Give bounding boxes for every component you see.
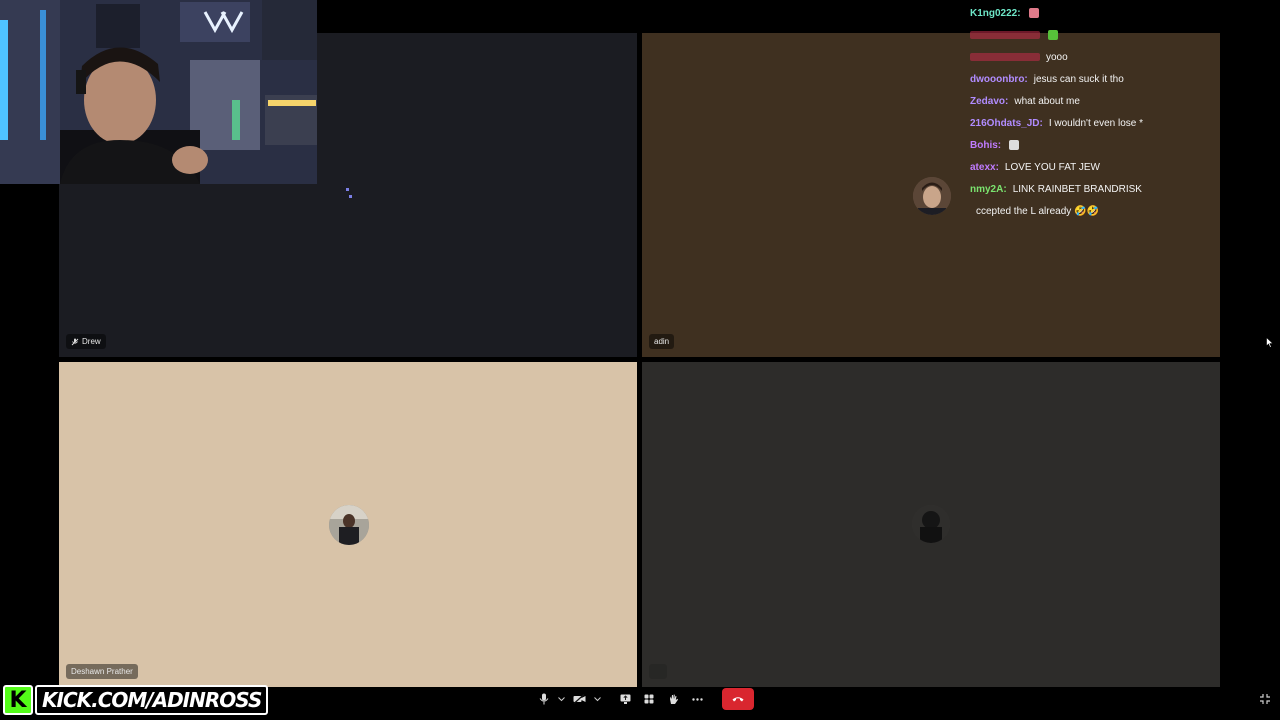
chat-message: 216Ohdats_JD: I wouldn't even lose * bbox=[970, 112, 1210, 134]
chevron-down-icon bbox=[593, 696, 601, 701]
hang-up-icon bbox=[732, 697, 744, 702]
chat-username: nmy2A: bbox=[970, 183, 1007, 195]
participant-name-tag: Deshawn Prather bbox=[66, 664, 138, 679]
camera-options-button[interactable] bbox=[590, 688, 604, 710]
exit-fullscreen-icon[interactable] bbox=[1259, 693, 1271, 705]
chevron-down-icon bbox=[557, 696, 565, 701]
screen-share-button[interactable] bbox=[614, 688, 636, 710]
participant-tile-fourth[interactable] bbox=[642, 362, 1220, 687]
chat-username: atexx: bbox=[970, 161, 999, 173]
emote-icon bbox=[1048, 30, 1058, 40]
hand-icon bbox=[669, 694, 678, 704]
emote-icon bbox=[1009, 140, 1020, 150]
chat-message: K1ng0222: bbox=[970, 2, 1210, 24]
participant-name: Drew bbox=[82, 337, 101, 346]
chat-text: LOVE YOU FAT JEW bbox=[1004, 161, 1100, 173]
participant-name: Deshawn Prather bbox=[71, 667, 133, 676]
mic-muted-icon bbox=[71, 338, 79, 345]
avatar bbox=[912, 505, 950, 543]
more-icon bbox=[691, 697, 703, 701]
layout-button[interactable] bbox=[638, 688, 660, 710]
chat-message: yooo bbox=[970, 46, 1210, 68]
camera-button[interactable] bbox=[570, 688, 588, 710]
screen-share-icon bbox=[620, 694, 630, 704]
more-options-button[interactable] bbox=[686, 688, 708, 710]
camera-off-icon bbox=[573, 694, 585, 704]
chat-message: Zedavo: what about me bbox=[970, 90, 1210, 112]
stream-chat-overlay: K1ng0222: yooo dwooonbro: jesus can suck it… bbox=[970, 2, 1210, 222]
avatar bbox=[329, 505, 369, 545]
participant-tile-deshawn[interactable]: Deshawn Prather bbox=[59, 362, 637, 687]
chat-username bbox=[970, 53, 1040, 61]
chat-message: ccepted the L already 🤣🤣 bbox=[970, 200, 1210, 222]
chat-text: I wouldn't even lose * bbox=[1048, 117, 1144, 129]
loading-dots-icon bbox=[346, 188, 352, 198]
participant-name-tag bbox=[649, 664, 667, 679]
participant-name: adin bbox=[654, 337, 670, 346]
avatar bbox=[913, 177, 951, 215]
channel-url: KICK.COM/ADINROSS bbox=[35, 685, 269, 715]
participant-name-tag: adin bbox=[649, 334, 675, 349]
microphone-button[interactable] bbox=[536, 688, 552, 710]
chat-message: Bohis: bbox=[970, 134, 1210, 156]
mic-options-button[interactable] bbox=[554, 688, 568, 710]
mic-icon bbox=[539, 693, 549, 705]
chat-username: Bohis: bbox=[970, 139, 1002, 151]
chat-text: LINK RAINBET BRANDRISK bbox=[1012, 183, 1142, 195]
kick-banner: K KICK.COM/ADINROSS bbox=[3, 685, 269, 715]
mouse-pointer-icon bbox=[1266, 337, 1274, 348]
chat-username: dwooonbro: bbox=[970, 73, 1028, 85]
chat-message: atexx: LOVE YOU FAT JEW bbox=[970, 156, 1210, 178]
webcam-feed-image bbox=[0, 0, 317, 184]
grid-icon bbox=[644, 694, 654, 704]
chat-text: what about me bbox=[1014, 95, 1080, 107]
call-toolbar bbox=[536, 688, 754, 710]
raise-hand-button[interactable] bbox=[662, 688, 684, 710]
chat-username: K1ng0222: bbox=[970, 7, 1021, 19]
chat-text: ccepted the L already 🤣🤣 bbox=[976, 205, 1099, 217]
chat-message: nmy2A: LINK RAINBET BRANDRISK bbox=[970, 178, 1210, 200]
chat-username: 216Ohdats_JD: bbox=[970, 117, 1043, 129]
chat-message bbox=[970, 24, 1210, 46]
chat-username bbox=[970, 31, 1040, 39]
chat-username: Zedavo: bbox=[970, 95, 1009, 107]
participant-name-tag: Drew bbox=[66, 334, 106, 349]
kick-logo: K bbox=[3, 685, 33, 715]
streamer-webcam bbox=[0, 0, 317, 184]
leave-call-button[interactable] bbox=[722, 688, 754, 710]
emote-icon bbox=[1028, 8, 1039, 18]
chat-text: yooo bbox=[1046, 51, 1068, 63]
chat-message: dwooonbro: jesus can suck it tho bbox=[970, 68, 1210, 90]
chat-text: jesus can suck it tho bbox=[1033, 73, 1124, 85]
